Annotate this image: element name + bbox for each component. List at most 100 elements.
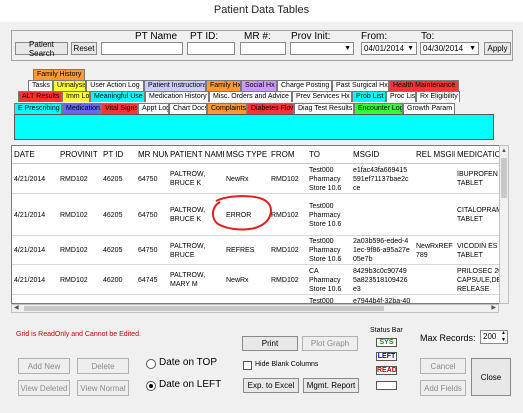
pt-name-label: PT Name — [135, 31, 178, 42]
print-button[interactable]: Print — [242, 336, 298, 351]
tab-chart-docs[interactable]: Chart Docs — [169, 103, 207, 114]
scroll-thumb[interactable] — [24, 306, 384, 311]
pt-name-input[interactable] — [101, 42, 183, 55]
chevron-right-icon[interactable]: ▶ — [491, 305, 496, 312]
pt-id-label: PT ID: — [190, 31, 219, 42]
table-cell: REFRES — [226, 247, 255, 254]
status-left: LEFT — [376, 352, 397, 361]
tab-e-prescribing[interactable]: E Prescribing — [14, 103, 62, 114]
patient-search-button[interactable]: Patient Search — [15, 40, 68, 58]
table-cell: 64745 — [138, 276, 158, 284]
tab-family-hx[interactable]: Family Hx — [206, 80, 241, 91]
table-cell: RMD102 — [271, 247, 299, 254]
tab-panel-e-prescribing — [14, 114, 494, 140]
tab-growth-param[interactable]: Growth Param — [403, 103, 455, 114]
table-cell: 64750 — [138, 247, 158, 254]
column-header[interactable]: TO — [307, 146, 351, 164]
tab-tasks[interactable]: Tasks — [28, 80, 53, 91]
tab-row-4: E Prescribing Medication Vital Signs Appt L… — [14, 103, 455, 114]
column-header[interactable]: PROVINIT — [58, 146, 101, 164]
status-blank — [376, 381, 397, 390]
column-header[interactable]: FROM — [269, 146, 307, 164]
delete-button[interactable]: Delete — [77, 358, 129, 374]
spinner-icon[interactable]: ▲ ▼ — [501, 331, 506, 343]
from-date-input[interactable]: 04/01/2014 ▼ — [361, 42, 417, 55]
view-normal-button[interactable]: View Normal — [77, 380, 129, 396]
tab-vital-signs[interactable]: Vital Signs — [101, 103, 138, 114]
tab-appt-log[interactable]: Appt Log — [138, 103, 169, 114]
grid-horizontal-scrollbar[interactable]: ◀ ▶ — [11, 304, 499, 313]
column-header[interactable]: REL MSGID — [414, 146, 455, 164]
plot-graph-button[interactable]: Plot Graph — [302, 336, 358, 351]
table-cell: e1fac43fa669415 591ef71137bae2c ce — [353, 166, 409, 192]
pt-id-input[interactable] — [187, 42, 235, 55]
tab-patient-instructions[interactable]: Patient Instructions — [144, 80, 206, 91]
add-fields-button[interactable]: Add Fields — [420, 380, 466, 396]
tab-diabetes-flow[interactable]: Diabetes Flow — [247, 103, 294, 114]
tab-medication-history[interactable]: Medication History — [145, 91, 209, 102]
to-date-input[interactable]: 04/30/2014 ▼ — [420, 42, 479, 55]
table-cell: NewRx — [226, 276, 249, 284]
prov-init-label: Prov Init: — [291, 31, 331, 42]
tab-family-history[interactable]: Family History — [33, 69, 85, 80]
reset-button[interactable]: Reset — [71, 42, 97, 55]
chevron-down-icon: ▼ — [469, 45, 476, 52]
column-header[interactable]: MSG TYPE — [224, 146, 269, 164]
tab-diag-test-results[interactable]: Diag Test Results — [294, 103, 354, 114]
table-cell: 4/21/2014 — [14, 175, 46, 183]
date-on-left-radio[interactable] — [146, 381, 156, 391]
tab-health-maintenance[interactable]: Health Maintenance — [389, 80, 459, 91]
row-divider — [12, 235, 508, 236]
tab-alt-results[interactable]: ALT Results — [18, 91, 62, 102]
column-header[interactable]: MSGID — [351, 146, 414, 164]
column-header[interactable]: PATIENT NAME — [168, 146, 224, 164]
tab-prob-list[interactable]: Prob List — [352, 91, 386, 102]
mr-input[interactable] — [240, 42, 286, 55]
view-deleted-button[interactable]: View Deleted — [18, 380, 70, 396]
tab-medication[interactable]: Medication — [62, 103, 101, 114]
tab-proc-list[interactable]: Proc List — [386, 91, 416, 102]
max-records-input[interactable]: 200 ▲ ▼ — [480, 330, 508, 344]
prov-init-select[interactable]: ▼ — [290, 42, 354, 55]
column-header[interactable]: PT ID — [101, 146, 136, 164]
column-header[interactable]: DATE — [12, 146, 58, 164]
table-cell: 46205 — [103, 247, 123, 254]
table-cell: PALTROW, BRUCE K — [170, 171, 206, 187]
column-header[interactable]: MR NUM — [136, 146, 168, 164]
apply-button[interactable]: Apply — [484, 42, 511, 55]
tab-past-surgical-hx[interactable]: Past Surgical Hx — [332, 80, 389, 91]
tab-charge-posting[interactable]: Charge Posting — [277, 80, 332, 91]
add-new-button[interactable]: Add New — [18, 358, 70, 374]
tab-imm-log[interactable]: Imm Log — [62, 91, 90, 102]
annotation-circle — [212, 195, 272, 231]
tab-prev-services-hx[interactable]: Prev Services Hx — [292, 91, 352, 102]
hide-blank-columns-checkbox[interactable] — [243, 361, 252, 370]
table-cell: RMD102 — [60, 175, 88, 183]
chevron-left-icon[interactable]: ◀ — [14, 305, 19, 312]
table-cell: CA Pharmacy Store 10.6 — [309, 267, 342, 293]
tab-complaints[interactable]: Complaints — [207, 103, 247, 114]
tab-rx-eligibility[interactable]: Rx Eligibility — [416, 91, 460, 102]
date-on-top-label: Date on TOP — [159, 357, 217, 368]
table-cell: RMD102 — [271, 276, 299, 284]
grid-vertical-scrollbar[interactable]: ▲ — [499, 145, 509, 304]
cancel-button[interactable]: Cancel — [420, 358, 466, 374]
export-to-excel-button[interactable]: Exp. to Excel — [243, 378, 299, 393]
table-cell: NewRxREF 789 — [416, 242, 453, 259]
tab-encounter-log[interactable]: Encounter Log — [354, 103, 403, 114]
status-bar-label: Status Bar — [370, 327, 403, 334]
tab-social-hx[interactable]: Social Hx — [241, 80, 277, 91]
mgmt-report-button[interactable]: Mgmt. Report — [303, 378, 359, 393]
tab-misc-orders-and-advice[interactable]: Misc. Orders and Advice — [209, 91, 292, 102]
scroll-thumb[interactable] — [501, 158, 507, 198]
tab-meaningful-use[interactable]: Meaningful Use — [90, 91, 145, 102]
tab-user-action-log[interactable]: User Action Log — [86, 80, 144, 91]
close-button[interactable]: Close — [471, 358, 511, 396]
date-on-top-radio[interactable] — [146, 359, 156, 369]
mr-label: MR #: — [244, 31, 271, 42]
table-cell: PALTROW, MARY M — [170, 272, 206, 288]
readonly-notice: Grid is ReadOnly and Cannot be Edited. — [16, 331, 141, 338]
tab-urinalysis[interactable]: Urinalysis — [53, 80, 86, 91]
from-label: From: — [361, 31, 388, 42]
chevron-up-icon[interactable]: ▲ — [501, 148, 507, 154]
